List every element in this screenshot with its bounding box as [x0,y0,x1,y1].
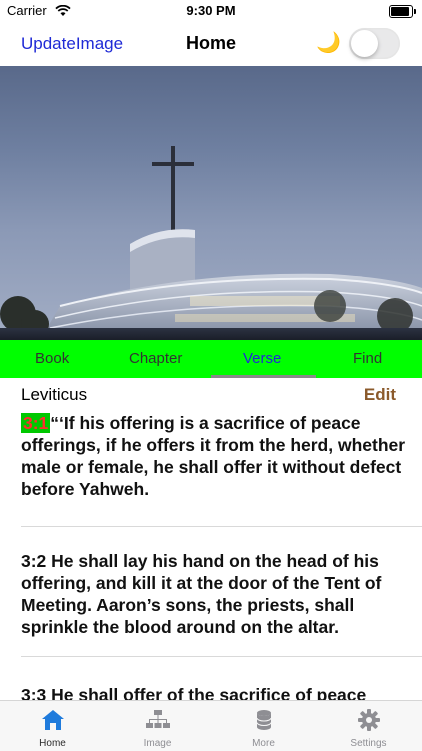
tabbar-more[interactable]: More [211,701,316,751]
divider [21,526,422,527]
clock: 9:30 PM [186,3,236,18]
tab-chapter[interactable]: Chapter [129,350,182,367]
hero-image [0,66,422,340]
navigation-bar: UpdateImage Home 🌙 [0,22,422,66]
gear-icon [356,708,382,732]
tabbar-settings[interactable]: Settings [316,701,421,751]
toggle-knob [351,30,378,57]
verse-text: 3:3 He shall offer of the sacrifice of p… [21,685,367,700]
tabbar-home[interactable]: Home [0,701,105,751]
divider [21,656,422,657]
verse-text: 3:2 He shall lay his hand on the head of… [21,551,382,637]
verse-number: 3:1 [21,413,51,433]
tab-find[interactable]: Find [353,350,382,367]
verse-text: “‘If his offering is a sacrifice of peac… [21,413,406,499]
book-name: Leviticus [21,385,88,404]
tab-book[interactable]: Book [35,350,69,367]
edit-button[interactable]: Edit [364,385,396,405]
verse-item[interactable]: 3:2 He shall lay his hand on the head of… [21,550,406,638]
status-bar: Carrier 9:30 PM [0,0,422,22]
battery-icon [389,5,416,18]
night-mode-toggle[interactable] [349,28,400,59]
hierarchy-icon [145,708,171,732]
segment-tabs: Book Chapter Verse Find [0,340,422,378]
tabbar-label: More [252,738,275,749]
tab-verse[interactable]: Verse [243,350,281,367]
tabbar-label: Home [39,738,66,749]
verse-item[interactable]: 3:3 He shall offer of the sacrifice of p… [21,684,406,700]
moon-icon: 🌙 [316,32,341,54]
verse-list[interactable]: Leviticus Edit 3:1 “‘If his offering is a… [0,378,422,700]
tabbar-image[interactable]: Image [105,701,210,751]
verse-item[interactable]: 3:1 “‘If his offering is a sacrifice of p… [21,412,406,500]
bottom-tab-bar: Home Image More Settings [0,700,422,751]
home-icon [40,708,66,732]
database-icon [251,708,277,732]
tabbar-label: Settings [350,738,387,749]
tabbar-label: Image [143,738,172,749]
